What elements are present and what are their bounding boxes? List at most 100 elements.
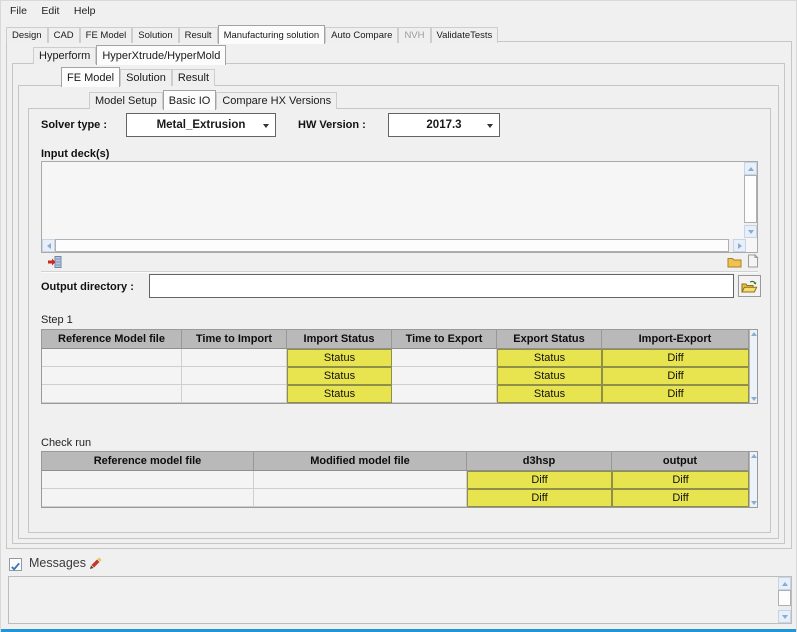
import-status-button[interactable]: Status (287, 367, 392, 385)
scroll-down-icon[interactable] (751, 397, 757, 401)
scroll-up-icon[interactable] (751, 332, 757, 336)
section-tab-bar: Model Setup Basic IO Compare HX Versions (89, 90, 337, 109)
export-status-button[interactable]: Status (497, 367, 602, 385)
menu-edit[interactable]: Edit (36, 2, 64, 20)
import-status-button[interactable]: Status (287, 349, 392, 367)
scrollbar-track[interactable] (744, 175, 757, 225)
chevron-down-icon (263, 124, 269, 128)
scrollbar-track[interactable] (778, 590, 791, 610)
d3hsp-diff-button[interactable]: Diff (467, 489, 612, 507)
scroll-down-icon[interactable] (751, 501, 757, 505)
import-status-button[interactable]: Status (287, 385, 392, 403)
step1-header-row: Reference Model file Time to Import Impo… (42, 330, 749, 349)
file-icon[interactable] (747, 254, 759, 268)
reference-model-file-cell (42, 367, 182, 385)
scrollbar-track[interactable] (55, 239, 733, 252)
remove-file-icon[interactable] (48, 255, 62, 269)
tab-auto-compare[interactable]: Auto Compare (325, 27, 398, 43)
menu-help[interactable]: Help (69, 2, 101, 20)
scroll-down-icon[interactable] (744, 225, 757, 238)
check-run-header-row: Reference model file Modified model file… (42, 452, 749, 471)
step1-table: Reference Model file Time to Import Impo… (41, 329, 758, 404)
check-run-title: Check run (41, 437, 91, 449)
table-row: Status Status Diff (42, 367, 749, 385)
menu-file[interactable]: File (5, 2, 32, 20)
table-row: Diff Diff (42, 471, 749, 489)
divider (41, 271, 758, 273)
time-to-export-cell (392, 349, 497, 367)
tab-basic-io[interactable]: Basic IO (163, 90, 217, 110)
col-header: Reference model file (42, 452, 254, 471)
output-directory-input[interactable] (149, 274, 734, 298)
tab-result[interactable]: Result (179, 27, 218, 43)
listbox-horizontal-scrollbar[interactable] (42, 239, 746, 252)
col-header: output (612, 452, 749, 471)
col-header: Modified model file (254, 452, 467, 471)
import-export-diff-button[interactable]: Diff (602, 367, 749, 385)
scroll-up-icon[interactable] (744, 162, 757, 175)
tab-cad[interactable]: CAD (48, 27, 80, 43)
messages-label: Messages (29, 556, 86, 570)
export-status-button[interactable]: Status (497, 385, 602, 403)
step1-title: Step 1 (41, 314, 73, 326)
col-header: Reference Model file (42, 330, 182, 349)
hw-version-select[interactable]: 2017.3 (388, 113, 500, 137)
scroll-right-icon[interactable] (733, 239, 746, 252)
col-header: Export Status (497, 330, 602, 349)
stage-tab-bar: FE Model Solution Result (61, 67, 215, 86)
solver-type-select[interactable]: Metal_Extrusion (126, 113, 276, 137)
import-export-diff-button[interactable]: Diff (602, 349, 749, 367)
col-header: Import Status (287, 330, 392, 349)
scroll-left-icon[interactable] (42, 239, 55, 252)
scroll-up-icon[interactable] (751, 454, 757, 458)
tab-hyperform[interactable]: Hyperform (33, 47, 96, 64)
scroll-down-icon[interactable] (778, 610, 791, 623)
browse-output-button[interactable] (738, 275, 761, 297)
tab-solution-sub[interactable]: Solution (120, 69, 172, 86)
tab-nvh[interactable]: NVH (398, 27, 430, 43)
folder-icon[interactable] (727, 256, 742, 268)
messages-checkbox[interactable] (9, 558, 22, 571)
modified-model-file-cell (254, 489, 467, 507)
output-diff-button[interactable]: Diff (612, 471, 749, 489)
main-tab-bar: Design CAD FE Model Solution Result Manu… (6, 25, 498, 43)
hw-version-label: HW Version : (298, 119, 366, 131)
hw-version-value: 2017.3 (426, 119, 461, 131)
scrollbar-thumb[interactable] (778, 590, 791, 606)
table-vertical-scrollbar[interactable] (749, 330, 757, 403)
tab-manufacturing-solution[interactable]: Manufacturing solution (218, 25, 326, 44)
col-header: d3hsp (467, 452, 612, 471)
col-header: Time to Export (392, 330, 497, 349)
scrollbar-thumb[interactable] (744, 175, 757, 223)
messages-log-area[interactable] (8, 576, 792, 624)
pencil-icon[interactable] (89, 557, 102, 570)
input-decks-listbox[interactable] (41, 161, 758, 253)
messages-vertical-scrollbar[interactable] (778, 577, 791, 623)
time-to-import-cell (182, 367, 287, 385)
scroll-up-icon[interactable] (778, 577, 791, 590)
tab-result-sub[interactable]: Result (172, 69, 215, 86)
d3hsp-diff-button[interactable]: Diff (467, 471, 612, 489)
time-to-import-cell (182, 349, 287, 367)
scrollbar-thumb[interactable] (55, 239, 729, 252)
tab-hyperxtrude-hypermold[interactable]: HyperXtrude/HyperMold (96, 45, 226, 65)
table-vertical-scrollbar[interactable] (749, 452, 757, 507)
listbox-vertical-scrollbar[interactable] (744, 162, 757, 238)
reference-model-file-cell (42, 385, 182, 403)
reference-model-file-cell (42, 489, 254, 507)
modified-model-file-cell (254, 471, 467, 489)
output-directory-label: Output directory : (41, 281, 134, 293)
tab-compare-hx-versions[interactable]: Compare HX Versions (216, 92, 337, 109)
tab-fe-model[interactable]: FE Model (80, 27, 133, 43)
check-run-table: Reference model file Modified model file… (41, 451, 758, 508)
menu-bar: File Edit Help (1, 1, 796, 21)
export-status-button[interactable]: Status (497, 349, 602, 367)
tab-model-setup[interactable]: Model Setup (89, 92, 163, 109)
tab-solution[interactable]: Solution (132, 27, 178, 43)
table-row: Status Status Diff (42, 385, 749, 403)
tab-validatetests[interactable]: ValidateTests (431, 27, 499, 43)
tab-design[interactable]: Design (6, 27, 48, 43)
import-export-diff-button[interactable]: Diff (602, 385, 749, 403)
tab-fe-model-sub[interactable]: FE Model (61, 67, 120, 87)
output-diff-button[interactable]: Diff (612, 489, 749, 507)
